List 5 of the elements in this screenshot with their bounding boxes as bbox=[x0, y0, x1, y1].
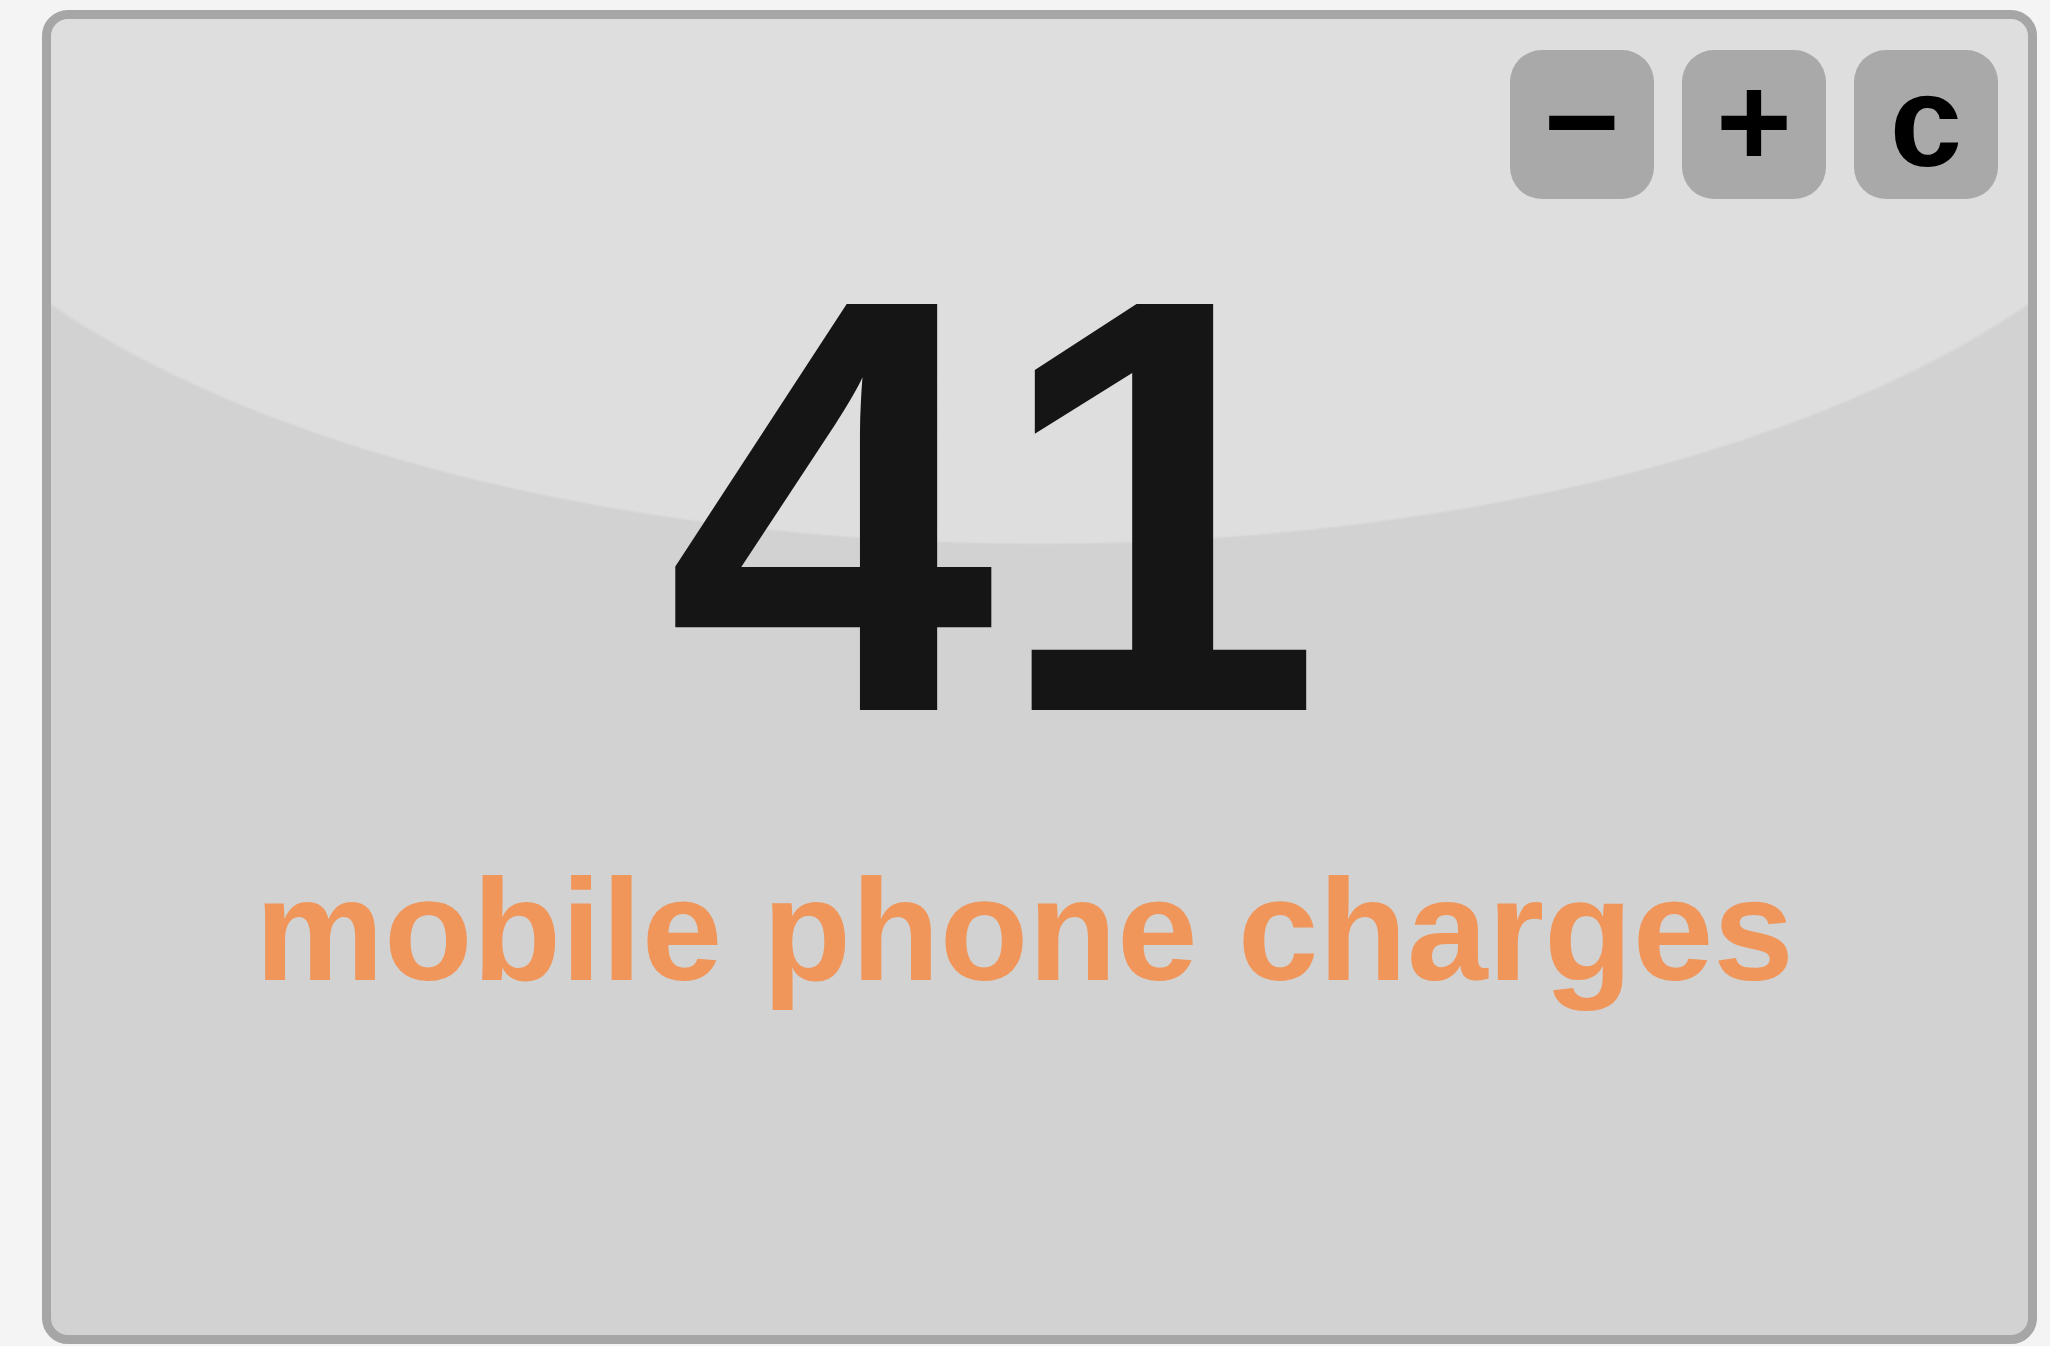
counter-label: mobile phone charges bbox=[255, 847, 1794, 1013]
counter-value: 41 bbox=[666, 199, 1323, 813]
counter-button[interactable]: − bbox=[1510, 50, 1654, 199]
counter-button[interactable]: + bbox=[1682, 50, 1826, 199]
counter-button[interactable]: c bbox=[1854, 50, 1998, 199]
